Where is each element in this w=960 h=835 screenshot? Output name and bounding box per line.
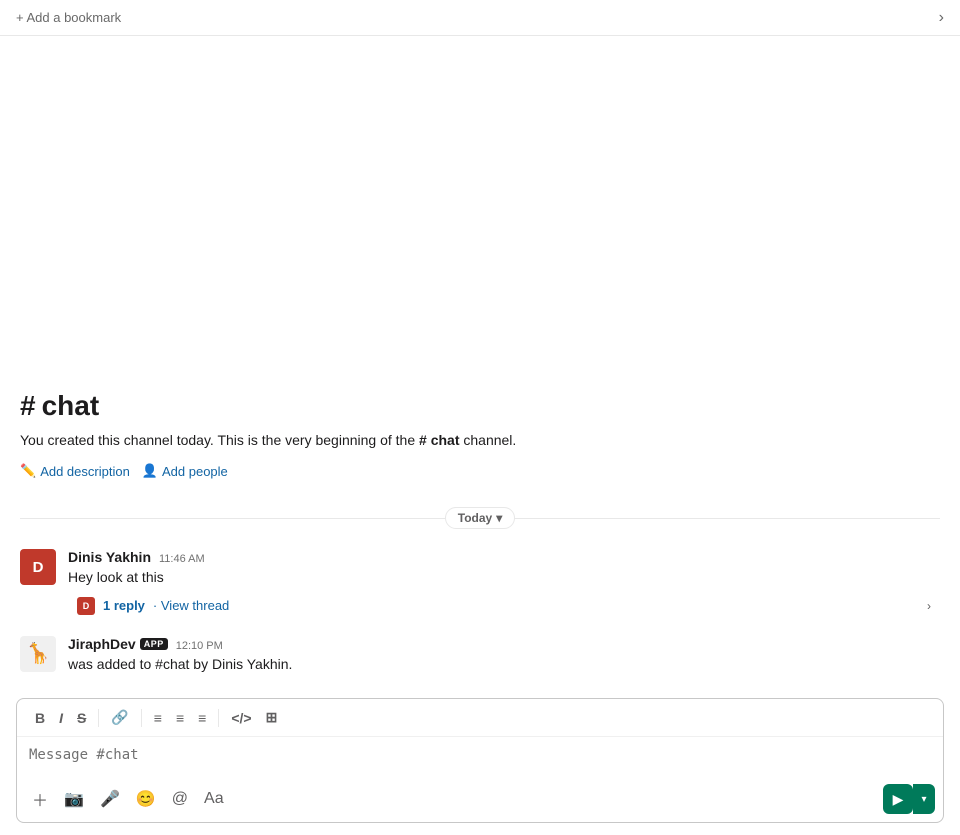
italic-button[interactable]: I (53, 706, 69, 730)
emoji-picker-button[interactable]: 😊 (129, 784, 163, 814)
chat-main: # chat You created this channel today. T… (0, 36, 960, 835)
message-content: Dinis Yakhin 11:46 AM Hey look at this D… (68, 549, 940, 619)
top-spacer (0, 36, 960, 366)
thread-view-label: · View thread (153, 598, 229, 613)
code-button[interactable]: </> (225, 706, 257, 730)
emoji-icon: 😊 (136, 789, 156, 809)
avatar: 🦒 (20, 636, 56, 672)
message-input[interactable] (29, 747, 931, 771)
message-content: JiraphDev APP 12:10 PM was added to #cha… (68, 636, 940, 674)
attach-plus-button[interactable]: ＋ (25, 782, 55, 816)
formatting-toolbar: B I S 🔗 ≡ ≡ ≡ </> ⊞ (17, 699, 943, 737)
message-input-row (17, 737, 943, 778)
add-bookmark-button[interactable]: + Add a bookmark (16, 10, 121, 25)
camera-icon: 📷 (64, 789, 84, 809)
bookmark-bar: + Add a bookmark › (0, 0, 960, 36)
ordered-list-button[interactable]: ≡ (148, 706, 168, 730)
toolbar-sep-2 (141, 709, 142, 727)
message-header: Dinis Yakhin 11:46 AM (68, 549, 940, 565)
thread-reply-count: 1 reply (103, 598, 145, 613)
message-group: D Dinis Yakhin 11:46 AM Hey look at this… (0, 541, 960, 627)
app-badge: APP (140, 638, 168, 650)
chevron-down-icon: ▾ (921, 794, 926, 805)
input-bottom-bar: ＋ 📷 🎤 😊 @ Aa ▶ (17, 778, 943, 822)
send-icon: ▶ (893, 791, 904, 808)
format-icon: Aa (204, 790, 224, 808)
date-badge-button[interactable]: Today ▾ (445, 507, 515, 529)
indent-button[interactable]: ≡ (192, 706, 212, 730)
toolbar-sep-1 (98, 709, 99, 727)
block-button[interactable]: ⊞ (260, 705, 284, 730)
mention-button[interactable]: @ (165, 785, 195, 813)
microphone-button[interactable]: 🎤 (93, 784, 127, 814)
bold-button[interactable]: B (29, 706, 51, 730)
sender-name: Dinis Yakhin (68, 549, 151, 565)
format-button[interactable]: Aa (197, 785, 231, 813)
thread-arrow-icon: › (927, 599, 931, 613)
bookmark-chevron-icon: › (939, 9, 944, 26)
add-people-button[interactable]: 👤 Add people (142, 463, 228, 479)
strikethrough-button[interactable]: S (71, 706, 92, 730)
bullet-list-icon: ≡ (176, 710, 184, 726)
bottom-spacer (0, 682, 960, 690)
message-input-area: B I S 🔗 ≡ ≡ ≡ </> ⊞ ＋ 📷 (16, 698, 944, 823)
channel-link-ref: # chat (419, 432, 459, 448)
date-divider: Today ▾ (0, 495, 960, 541)
toolbar-sep-3 (218, 709, 219, 727)
send-options-button[interactable]: ▾ (913, 784, 935, 814)
person-add-icon: 👤 (142, 463, 158, 479)
mic-icon: 🎤 (100, 789, 120, 809)
sender-name: JiraphDev APP (68, 636, 168, 652)
plus-icon: ＋ (32, 787, 48, 811)
thread-reply[interactable]: D 1 reply · View thread › (68, 592, 940, 620)
camera-button[interactable]: 📷 (57, 784, 91, 814)
channel-actions: ✏️ Add description 👤 Add people (20, 463, 940, 479)
message-text: Hey look at this (68, 567, 940, 587)
at-icon: @ (172, 790, 188, 808)
messages-area[interactable]: # chat You created this channel today. T… (0, 36, 960, 690)
channel-description-text: You created this channel today. This is … (20, 430, 940, 451)
send-button[interactable]: ▶ (883, 784, 913, 814)
thread-avatar: D (77, 597, 95, 615)
bullet-list-button[interactable]: ≡ (170, 706, 190, 730)
channel-title-row: # chat (20, 390, 940, 422)
ordered-list-icon: ≡ (154, 710, 162, 726)
message-time: 12:10 PM (176, 640, 223, 652)
link-icon: 🔗 (111, 709, 128, 726)
date-chevron-icon: ▾ (496, 511, 502, 525)
date-label: Today (458, 511, 492, 525)
input-bottom-left: ＋ 📷 🎤 😊 @ Aa (25, 782, 231, 816)
block-icon: ⊞ (266, 709, 278, 726)
message-time: 11:46 AM (159, 553, 205, 565)
message-text: was added to #chat by Dinis Yakhin. (68, 654, 940, 674)
avatar: D (20, 549, 56, 585)
add-description-button[interactable]: ✏️ Add description (20, 463, 130, 479)
link-button[interactable]: 🔗 (105, 705, 134, 730)
message-group: 🦒 JiraphDev APP 12:10 PM was added to #c… (0, 628, 960, 682)
indent-icon: ≡ (198, 710, 206, 726)
channel-hash-icon: # (20, 390, 36, 422)
message-header: JiraphDev APP 12:10 PM (68, 636, 940, 652)
channel-name: chat (42, 390, 100, 422)
input-bottom-right: ▶ ▾ (883, 784, 935, 814)
code-icon: </> (231, 710, 251, 726)
channel-intro: # chat You created this channel today. T… (0, 366, 960, 495)
pencil-icon: ✏️ (20, 463, 36, 479)
